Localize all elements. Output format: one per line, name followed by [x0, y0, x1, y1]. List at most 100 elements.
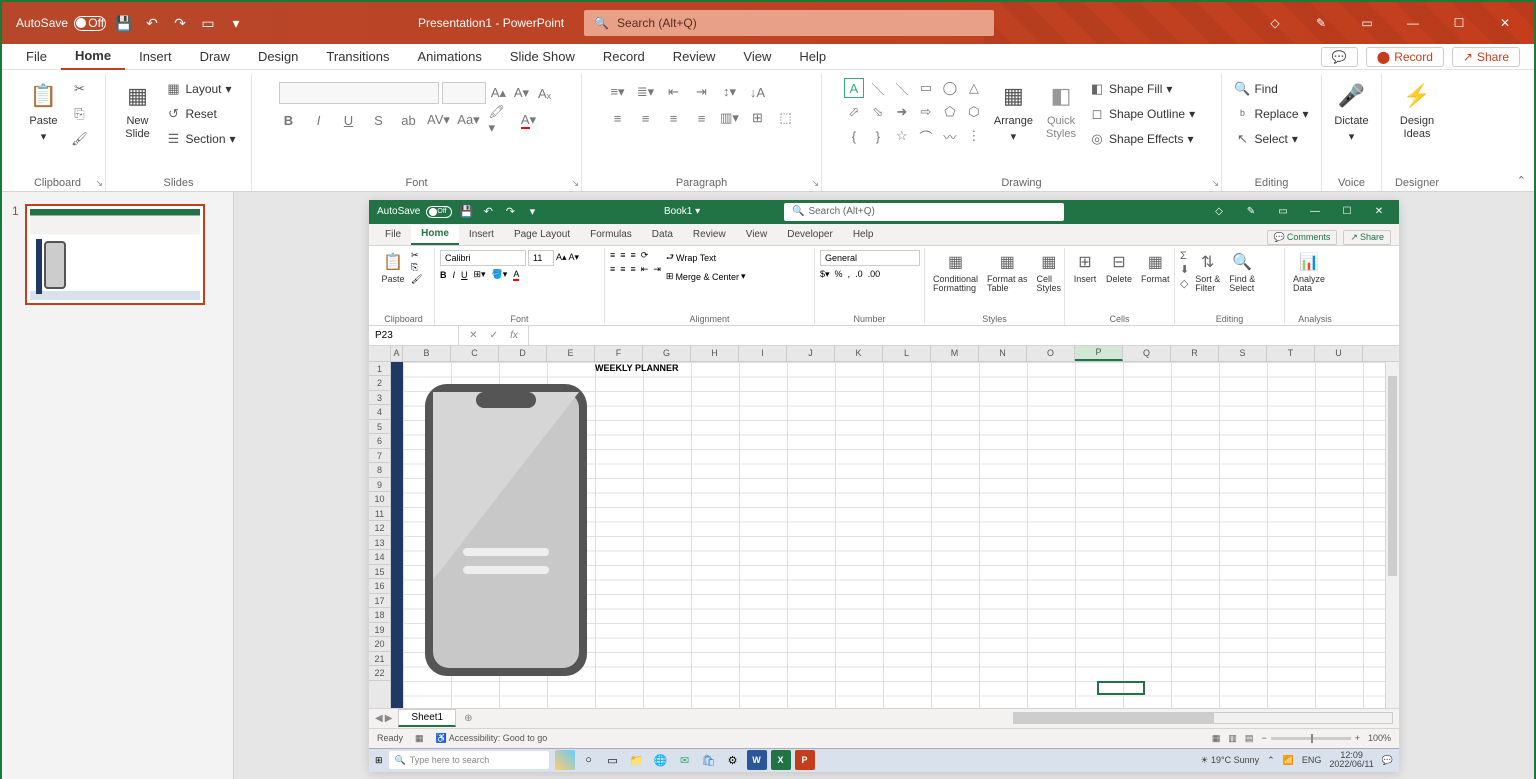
xl-cells-area[interactable]: WEEKLY PLANNER: [391, 362, 1385, 708]
font-launcher-icon[interactable]: ↘: [571, 178, 579, 189]
underline-button[interactable]: U: [339, 110, 359, 130]
columns-button[interactable]: ▥▾: [720, 108, 740, 128]
xl-tab-home[interactable]: Home: [411, 225, 459, 245]
zoom-slider[interactable]: [1271, 737, 1351, 740]
shape-arc-icon[interactable]: ⌒: [916, 126, 936, 146]
xl-delete-cells[interactable]: ⊟Delete: [1103, 250, 1135, 286]
xl-inc-dec[interactable]: .0: [855, 269, 863, 279]
xl-left-align[interactable]: ≡: [610, 264, 615, 274]
xl-bot-align[interactable]: ≡: [631, 250, 636, 260]
shape-outline-button[interactable]: ◻Shape Outline ▾: [1085, 103, 1199, 125]
xl-tab-file[interactable]: File: [375, 225, 411, 245]
outdent-button[interactable]: ⇤: [664, 82, 684, 102]
tb-lang[interactable]: ENG: [1302, 755, 1322, 765]
xl-formula-input[interactable]: [529, 326, 1399, 345]
xl-font-name[interactable]: Calibri: [440, 250, 526, 266]
xl-outdent[interactable]: ⇤: [641, 264, 649, 275]
select-button[interactable]: ↖Select ▾: [1230, 128, 1301, 150]
xl-right-align[interactable]: ≡: [631, 264, 636, 274]
spacing-button[interactable]: AV▾: [429, 110, 449, 130]
justify-button[interactable]: ≡: [692, 108, 712, 128]
diamond-icon[interactable]: ◇: [1252, 8, 1298, 38]
xl-bold-button[interactable]: B: [440, 270, 447, 280]
tb-taskview-icon[interactable]: ▭: [603, 750, 623, 770]
xl-enter-icon[interactable]: ✓: [490, 330, 498, 341]
view-normal-icon[interactable]: ▦: [1212, 733, 1221, 744]
slide-thumbnail-1[interactable]: [25, 204, 205, 305]
copy-button[interactable]: ⎘: [68, 103, 92, 125]
xl-wrap-button[interactable]: ⮐ Wrap Text: [664, 250, 748, 266]
row-header-13[interactable]: 13: [369, 536, 390, 551]
xl-font-size[interactable]: 11: [528, 250, 554, 266]
xl-brush-icon[interactable]: 🖌: [411, 274, 422, 285]
shape-hex-icon[interactable]: ⬡: [964, 102, 984, 122]
xl-tab-insert[interactable]: Insert: [459, 225, 504, 245]
tb-edge-icon[interactable]: 🌐: [651, 750, 671, 770]
replace-button[interactable]: ᵇReplace ▾: [1230, 103, 1312, 125]
start-button[interactable]: ⊞: [375, 755, 383, 766]
italic-button[interactable]: I: [309, 110, 329, 130]
shapes-more-icon[interactable]: ⋮: [964, 126, 984, 146]
selected-cell[interactable]: [1097, 681, 1145, 696]
undo-icon[interactable]: ↶: [142, 13, 162, 33]
font-name-box[interactable]: [279, 82, 439, 104]
shape-tri-icon[interactable]: △: [964, 78, 984, 98]
shape-textbox-icon[interactable]: A: [844, 78, 864, 98]
present-icon[interactable]: ▭: [198, 13, 218, 33]
qat-more-icon[interactable]: ▾: [226, 13, 246, 33]
arrange-button[interactable]: ▦Arrange▾: [990, 78, 1037, 146]
pp-search-box[interactable]: 🔍 Search (Alt+Q): [584, 10, 994, 36]
tab-view[interactable]: View: [729, 44, 785, 70]
xl-tab-help[interactable]: Help: [843, 225, 884, 245]
slide-canvas[interactable]: AutoSave Off 💾 ↶ ↷ ▾ Book1 ▾ 🔍Search (Al…: [234, 192, 1534, 779]
font-color-button[interactable]: A▾: [519, 110, 539, 130]
tb-news-icon[interactable]: [555, 750, 575, 770]
xl-merge-button[interactable]: ⊞ Merge & Center ▾: [664, 269, 748, 285]
record-button[interactable]: ⬤Record: [1366, 47, 1444, 67]
tab-file[interactable]: File: [12, 44, 61, 70]
tb-wifi-icon[interactable]: 📶: [1283, 755, 1294, 766]
smartart-button[interactable]: ⬚: [776, 108, 796, 128]
section-button[interactable]: ☰Section ▾: [161, 128, 239, 150]
xl-qat-more-icon[interactable]: ▾: [524, 204, 540, 220]
row-header-21[interactable]: 21: [369, 652, 390, 667]
numbering-button[interactable]: ≣▾: [636, 82, 656, 102]
tab-transitions[interactable]: Transitions: [312, 44, 403, 70]
phone-shape[interactable]: [421, 380, 591, 680]
zoom-in-icon[interactable]: +: [1355, 733, 1360, 743]
xl-row-headers[interactable]: 12345678910111213141516171819202122: [369, 362, 391, 708]
align-center-button[interactable]: ≡: [636, 108, 656, 128]
next-sheet-icon[interactable]: ▶: [385, 713, 393, 724]
tb-settings-icon[interactable]: ⚙: [723, 750, 743, 770]
minimize-button[interactable]: —: [1390, 8, 1436, 38]
xl-center-align[interactable]: ≡: [620, 264, 625, 274]
row-header-11[interactable]: 11: [369, 507, 390, 522]
row-header-12[interactable]: 12: [369, 521, 390, 536]
xl-cut-icon[interactable]: ✂: [411, 250, 422, 261]
prev-sheet-icon[interactable]: ◀: [375, 713, 383, 724]
tb-clock[interactable]: 12:092022/06/11: [1329, 751, 1373, 769]
xl-share-button[interactable]: ↗ Share: [1343, 230, 1391, 245]
row-header-1[interactable]: 1: [369, 362, 390, 377]
dictate-button[interactable]: 🎤Dictate▾: [1330, 78, 1372, 146]
text-direction-button[interactable]: ↓A: [748, 82, 768, 102]
row-header-7[interactable]: 7: [369, 449, 390, 464]
clear-format-icon[interactable]: Aₓ: [535, 83, 555, 103]
increase-font-icon[interactable]: A▴: [489, 83, 509, 103]
tab-help[interactable]: Help: [785, 44, 840, 70]
tab-slideshow[interactable]: Slide Show: [496, 44, 589, 70]
comments-button[interactable]: 💬: [1321, 47, 1358, 67]
xl-undo-icon[interactable]: ↶: [480, 204, 496, 220]
row-header-15[interactable]: 15: [369, 565, 390, 580]
row-header-18[interactable]: 18: [369, 608, 390, 623]
cut-button[interactable]: ✂: [68, 78, 92, 100]
xl-inc-font-icon[interactable]: A▴: [556, 252, 567, 263]
shapes-gallery[interactable]: A ＼ ＼ ▭ ◯ △ ⬀ ⬂ ➜ ⇨ ⬠ ⬡ { } ☆ ⌒ 〰 ⋮: [844, 78, 986, 148]
tb-powerpoint-icon[interactable]: P: [795, 750, 815, 770]
tb-notifications-icon[interactable]: 💬: [1382, 755, 1393, 766]
xl-pen-icon[interactable]: ✎: [1235, 203, 1267, 221]
row-header-2[interactable]: 2: [369, 376, 390, 391]
bold-button[interactable]: B: [279, 110, 299, 130]
xl-tab-data[interactable]: Data: [642, 225, 683, 245]
linespacing-button[interactable]: ↕▾: [720, 82, 740, 102]
